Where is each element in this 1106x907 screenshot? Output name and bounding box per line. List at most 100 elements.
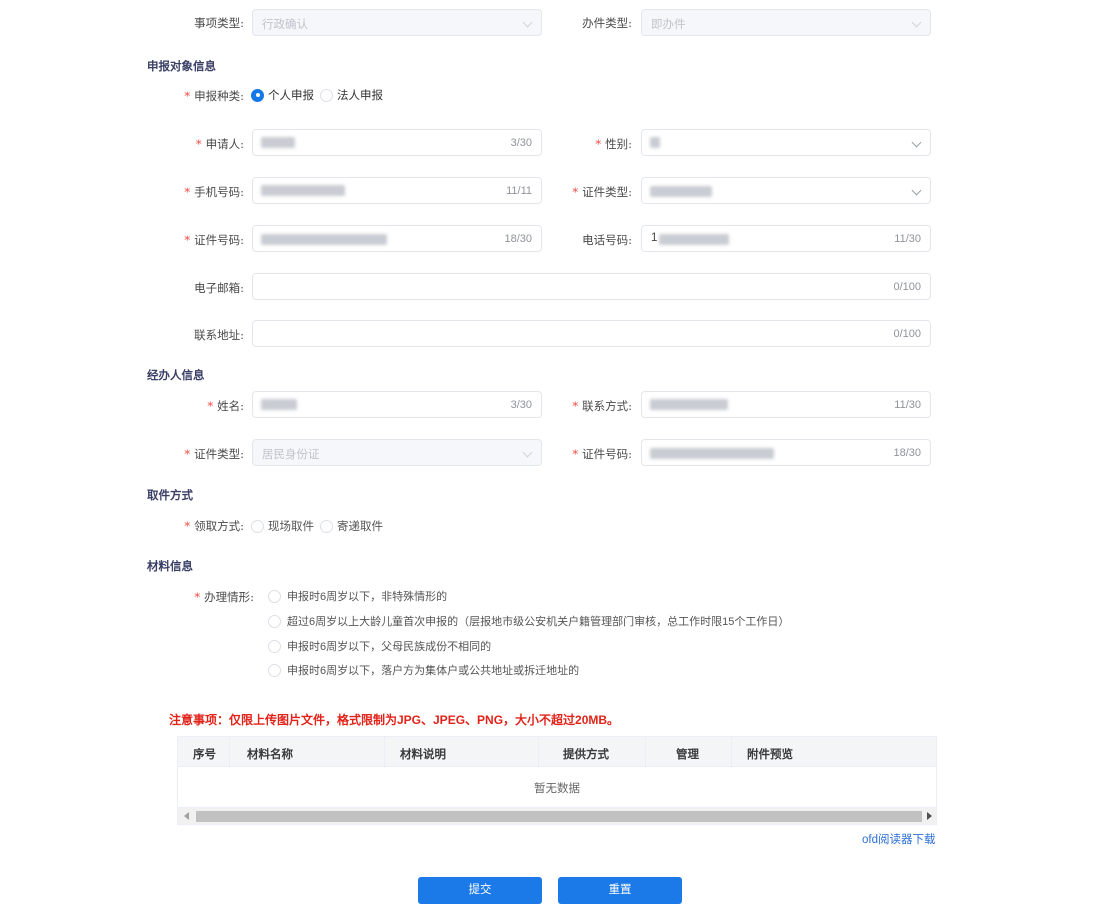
materials-table: 序号 材料名称 材料说明 提供方式 管理 附件预览 暂无数据 [177,736,937,807]
column-divider [384,737,385,768]
phone-value-prefix: 1 [651,232,658,244]
handle-type-select[interactable]: 即办件 [641,9,931,36]
address-label: 联系地址: [194,328,244,342]
situation-option-label: 申报时6周岁以下，落户方为集体户或公共地址或拆迁地址的 [287,665,580,677]
situation-option-label: 申报时6周岁以下，非特殊情形的 [287,591,448,603]
ofd-reader-download-link[interactable]: ofd阅读器下载 [862,831,936,847]
matter-type-value: 行政确认 [262,19,308,31]
radio-icon[interactable] [251,519,264,533]
email-input[interactable]: 0/100 [252,273,931,300]
redacted-value [261,185,345,196]
chevron-down-icon [911,137,922,148]
agent-id-type-select[interactable]: 居民身份证 [252,439,542,466]
id-number-input[interactable]: 18/30 [252,225,542,252]
upload-notice: 注意事项：仅限上传图片文件，格式限制为JPG、JPEG、PNG，大小不超过20M… [169,713,620,727]
redacted-value [659,234,729,245]
radio-icon[interactable] [320,88,333,102]
handle-type-value: 即办件 [651,19,686,31]
material-section-title: 材料信息 [147,559,193,573]
chevron-down-icon [522,447,533,458]
chevron-down-icon [911,185,922,196]
redacted-value [261,137,295,148]
radio-icon[interactable] [251,88,264,102]
radio-mail-pickup[interactable]: 寄递取件 [320,518,383,534]
agent-id-type-value: 居民身份证 [262,449,320,461]
agent-section-title: 经办人信息 [147,368,205,382]
id-type-select[interactable] [641,177,931,204]
matter-type-select[interactable]: 行政确认 [252,9,542,36]
id-number-count: 18/30 [504,233,532,245]
scroll-left-arrow-icon[interactable] [184,812,189,820]
table-header: 序号 材料名称 材料说明 提供方式 管理 附件预览 [177,736,937,768]
agent-id-number-label: * 证件号码: [572,447,632,461]
scroll-right-arrow-icon[interactable] [927,812,932,820]
handle-type-label: 办件类型: [582,16,632,30]
scrollbar-thumb[interactable] [196,811,922,822]
radio-icon[interactable] [320,519,333,533]
agent-contact-input[interactable]: 11/30 [641,391,931,418]
pickup-section-title: 取件方式 [147,488,193,502]
chevron-down-icon [911,17,922,28]
column-divider [538,737,539,768]
gender-select[interactable] [641,129,931,156]
radio-icon[interactable] [268,663,281,677]
phone-count: 11/30 [894,233,921,245]
phone-input[interactable]: 1 11/30 [641,225,931,252]
radio-legal-label: 法人申报 [337,90,383,102]
radio-onsite-pickup[interactable]: 现场取件 [251,518,314,534]
mobile-label: * 手机号码: [184,185,244,199]
radio-icon[interactable] [268,639,281,653]
redacted-value [650,448,774,459]
col-provide-method: 提供方式 [563,749,609,761]
redacted-value [261,234,387,245]
situation-option[interactable]: 超过6周岁以上大龄儿童首次申报的（层报地市级公安机关户籍管理部门审核，总工作时限… [268,613,789,629]
mobile-count: 11/11 [506,185,532,197]
col-material-name: 材料名称 [247,749,293,761]
situation-option[interactable]: 申报时6周岁以下，父母民族成份不相同的 [268,638,491,654]
situation-option-label: 超过6周岁以上大龄儿童首次申报的（层报地市级公安机关户籍管理部门审核，总工作时限… [287,616,790,628]
agent-id-number-input[interactable]: 18/30 [641,439,931,466]
situation-option[interactable]: 申报时6周岁以下，落户方为集体户或公共地址或拆迁地址的 [268,662,579,678]
applicant-label: * 申请人: [195,137,244,151]
col-attachment-preview: 附件预览 [747,749,793,761]
redacted-value [650,137,660,148]
radio-legal[interactable]: 法人申报 [320,87,383,103]
radio-icon[interactable] [268,589,281,603]
email-count: 0/100 [893,281,921,293]
col-index: 序号 [193,749,216,761]
id-number-label: * 证件号码: [184,233,244,247]
agent-name-label: * 姓名: [207,399,244,413]
redacted-value [650,399,728,410]
applicant-section-title: 申报对象信息 [147,59,216,73]
applicant-input[interactable]: 3/30 [252,129,542,156]
situation-option-label: 申报时6周岁以下，父母民族成份不相同的 [287,641,492,653]
declare-type-label: * 申报种类: [184,89,244,103]
situation-option[interactable]: 申报时6周岁以下，非特殊情形的 [268,588,447,604]
redacted-value [261,399,297,410]
matter-type-label: 事项类型: [194,16,244,30]
declare-type-radio-group: 个人申报 法人申报 [251,87,389,103]
radio-mail-label: 寄递取件 [337,521,383,533]
mobile-input[interactable]: 11/11 [252,177,542,204]
column-divider [645,737,646,768]
radio-icon[interactable] [268,614,281,628]
reset-button[interactable]: 重置 [558,877,682,904]
col-material-desc: 材料说明 [400,749,446,761]
radio-personal[interactable]: 个人申报 [251,87,314,103]
radio-personal-label: 个人申报 [268,90,314,102]
agent-name-count: 3/30 [510,399,532,411]
pickup-method-radio-group: 现场取件 寄递取件 [251,518,389,534]
agent-contact-count: 11/30 [894,399,921,411]
chevron-down-icon [522,17,533,28]
agent-name-input[interactable]: 3/30 [252,391,542,418]
submit-button[interactable]: 提交 [418,877,542,904]
phone-label: 电话号码: [582,233,632,247]
situation-label: * 办理情形: [194,590,254,604]
address-input[interactable]: 0/100 [252,320,931,347]
gender-label: * 性别: [595,137,632,151]
agent-contact-label: * 联系方式: [572,399,632,413]
applicant-count: 3/30 [510,137,532,149]
pickup-method-label: * 领取方式: [184,519,244,533]
table-horizontal-scrollbar[interactable] [177,807,937,825]
id-type-label: * 证件类型: [572,185,632,199]
